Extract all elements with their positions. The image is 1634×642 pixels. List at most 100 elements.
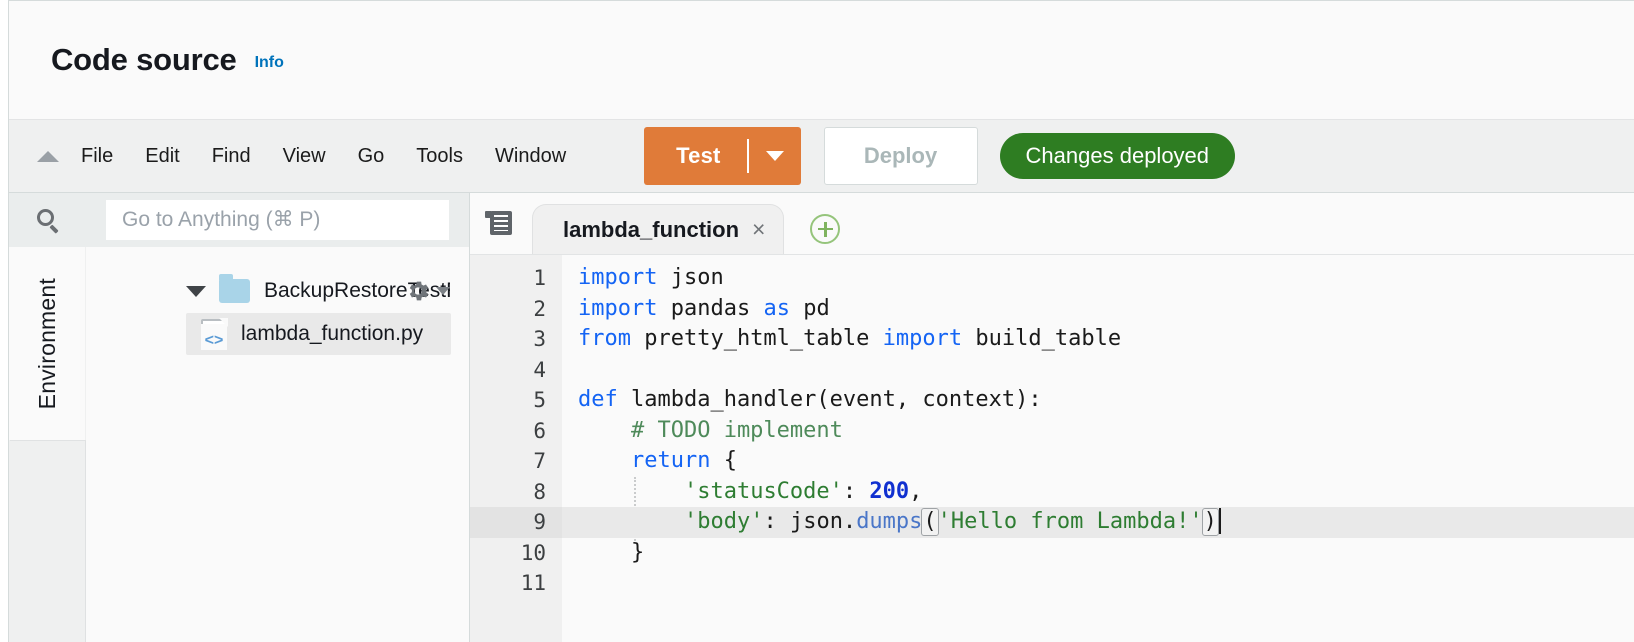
code-source-panel: Code source Info File Edit Find View Go …	[0, 0, 1634, 642]
test-dropdown-button[interactable]	[749, 127, 801, 185]
menu-bar: File Edit Find View Go Tools Window Test…	[9, 119, 1634, 193]
panel-header: Code source Info	[9, 1, 1634, 119]
token-text: build_table	[962, 326, 1121, 351]
close-icon[interactable]: ×	[752, 218, 765, 241]
token-text: json.	[790, 509, 856, 534]
search-icon	[37, 209, 59, 231]
token-keyword: import	[578, 265, 657, 290]
tree-row-file-lambda-function[interactable]: <> lambda_function.py	[186, 313, 451, 355]
plus-circle-icon[interactable]	[810, 214, 840, 244]
sidebar-tab-environment[interactable]: Environment	[9, 247, 86, 440]
code-line-10: }	[562, 538, 1634, 569]
token-text: pretty_html_table	[631, 326, 883, 351]
tab-list-button[interactable]	[470, 192, 532, 254]
line-number-active: 9	[470, 507, 562, 538]
token-text: :	[763, 509, 790, 534]
matching-paren-open: (	[921, 508, 938, 536]
action-buttons: Test Deploy Changes deployed	[644, 127, 1235, 185]
token-text: pandas	[657, 296, 763, 321]
rail-search-button[interactable]	[9, 193, 86, 247]
line-number: 11	[470, 568, 562, 599]
folder-settings-button[interactable]	[405, 278, 450, 304]
line-number: 2	[470, 294, 562, 325]
token-keyword: return	[578, 448, 710, 473]
code-line-7: return {	[562, 446, 1634, 477]
folder-icon	[219, 279, 250, 303]
code-line-3: from pretty_html_table import build_tabl…	[562, 324, 1634, 355]
editor-tab-strip: lambda_function ×	[470, 193, 1634, 255]
code-editor: lambda_function × 1 2 3 4 5 6 7 8	[470, 193, 1634, 642]
code-line-8: 'statusCode': 200,	[562, 477, 1634, 508]
token-comment: # TODO implement	[578, 418, 843, 443]
goto-anything-input[interactable]	[106, 200, 449, 240]
token-text: }	[578, 540, 644, 565]
code-line-5: def lambda_handler(event, context):	[562, 385, 1634, 416]
code-line-6: # TODO implement	[562, 416, 1634, 447]
tree-row-folder[interactable]: BackupRestoreTestF	[86, 271, 469, 311]
triangle-up-icon	[37, 151, 59, 162]
file-name: lambda_function.py	[241, 322, 423, 346]
line-number: 5	[470, 385, 562, 416]
file-tree: BackupRestoreTestF <>	[86, 247, 469, 355]
token-text: pd	[790, 296, 830, 321]
line-number: 10	[470, 538, 562, 569]
menu-item-window[interactable]: Window	[479, 145, 582, 168]
code-file-glyph: <>	[201, 324, 227, 350]
token-keyword: as	[763, 296, 790, 321]
matching-paren-close: )	[1202, 508, 1219, 536]
deploy-button-label: Deploy	[864, 143, 937, 169]
token-number: 200	[869, 479, 909, 504]
line-number: 3	[470, 324, 562, 355]
token-keyword: import	[578, 296, 657, 321]
token-keyword: from	[578, 326, 631, 351]
token-string: 'body'	[684, 509, 763, 534]
token-indent	[578, 479, 684, 504]
tab-lambda-function[interactable]: lambda_function ×	[532, 204, 784, 254]
code-file-icon: <>	[201, 319, 227, 349]
token-text: {	[710, 448, 737, 473]
sidebar-tab-label: Environment	[34, 278, 61, 409]
chevron-down-icon	[766, 151, 784, 161]
line-number: 8	[470, 477, 562, 508]
menu-item-find[interactable]: Find	[196, 145, 267, 168]
menu-item-tools[interactable]: Tools	[400, 145, 479, 168]
line-number: 1	[470, 263, 562, 294]
gear-icon	[405, 278, 431, 304]
info-link[interactable]: Info	[255, 54, 284, 72]
caret-down-icon	[436, 287, 450, 295]
token-text: ,	[909, 479, 922, 504]
code-line-2: import pandas as pd	[562, 294, 1634, 325]
menu-item-file[interactable]: File	[65, 145, 129, 168]
test-button[interactable]: Test	[644, 127, 800, 185]
token-text: lambda_handler(event, context):	[618, 387, 1042, 412]
code-line-4	[562, 355, 1634, 386]
page-title: Code source	[51, 42, 237, 78]
code-line-1: import json	[562, 263, 1634, 294]
workspace: Environment BackupRestoreTestF	[9, 193, 1634, 642]
code-line-11	[562, 568, 1634, 599]
tab-list-icon	[490, 211, 512, 235]
status-badge-label: Changes deployed	[1026, 143, 1209, 169]
token-text: json	[657, 265, 723, 290]
caret-down-icon[interactable]	[186, 286, 206, 297]
panel-card: Code source Info File Edit Find View Go …	[8, 0, 1634, 642]
line-number: 6	[470, 416, 562, 447]
left-rail: Environment	[9, 193, 86, 642]
test-button-label: Test	[644, 143, 746, 169]
token-indent	[578, 509, 684, 534]
collapse-panel-button[interactable]	[31, 119, 65, 193]
goto-anything-bar	[86, 193, 469, 247]
menu-item-view[interactable]: View	[267, 145, 342, 168]
line-number: 4	[470, 355, 562, 386]
file-tree-panel: BackupRestoreTestF <>	[86, 193, 470, 642]
token-string: 'Hello from Lambda!'	[938, 509, 1203, 534]
text-cursor	[1219, 508, 1221, 534]
deploy-button[interactable]: Deploy	[824, 127, 978, 185]
line-number: 7	[470, 446, 562, 477]
menu-item-edit[interactable]: Edit	[129, 145, 195, 168]
token-function: dumps	[856, 509, 922, 534]
code-line-9-active: 'body': json.dumps('Hello from Lambda!')	[562, 507, 1634, 538]
code-content[interactable]: import json import pandas as pd from pre…	[562, 255, 1634, 642]
rail-filler	[10, 440, 86, 642]
menu-item-go[interactable]: Go	[342, 145, 401, 168]
